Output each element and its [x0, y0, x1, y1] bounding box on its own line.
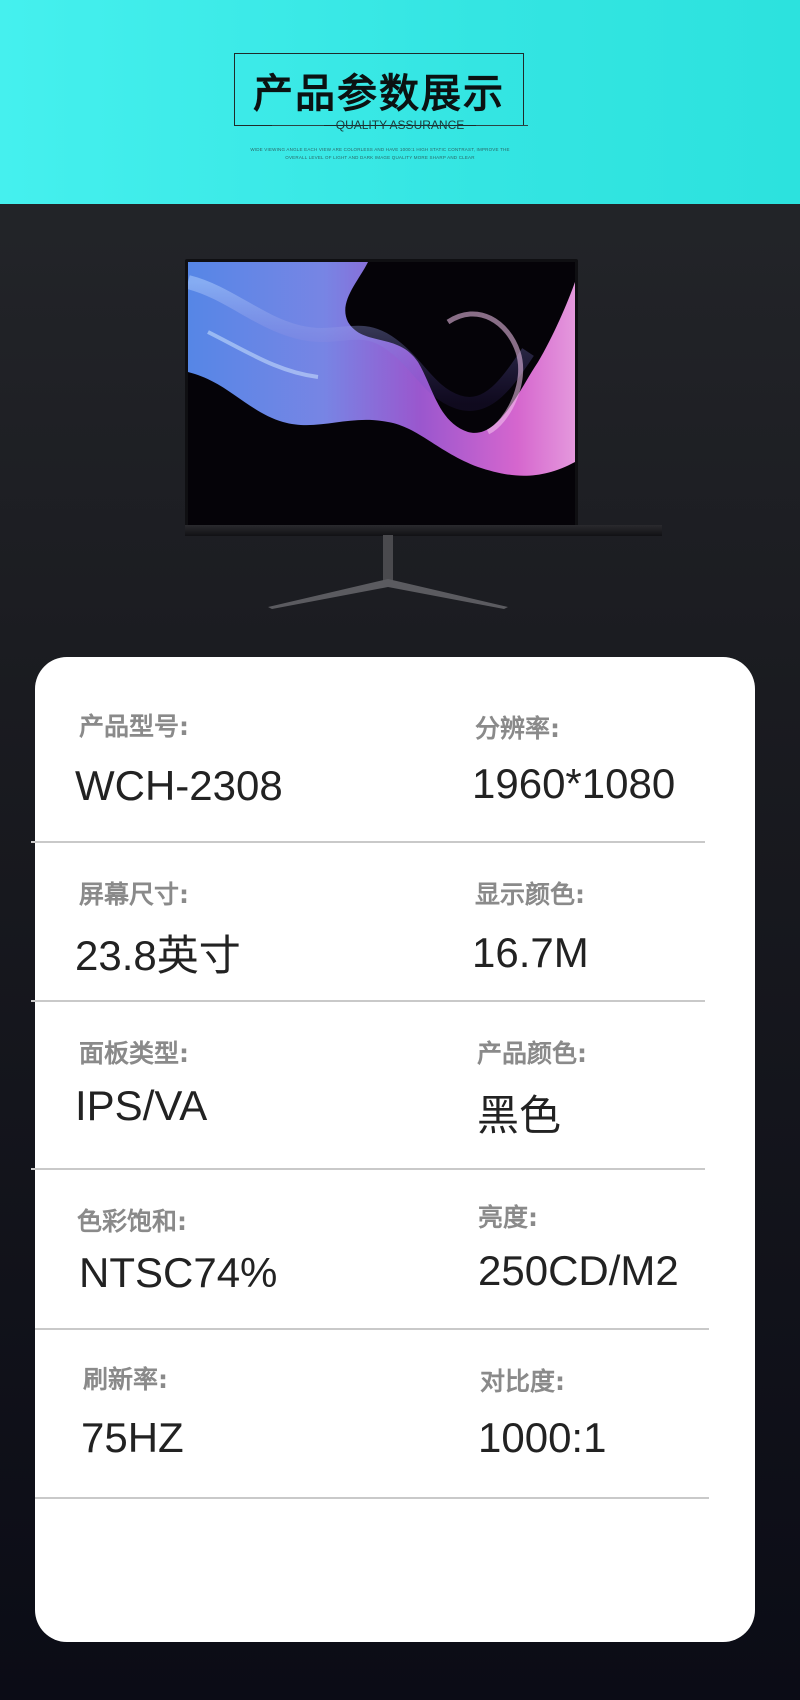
- spec-label-panel-type: 面板类型:: [79, 1039, 189, 1068]
- spec-label-color-gamut: 色彩饱和:: [77, 1207, 187, 1236]
- monitor-image: [150, 255, 662, 615]
- screen-wallpaper: [188, 262, 575, 526]
- row-divider: [31, 841, 705, 843]
- spec-value-model: WCH-2308: [75, 762, 283, 809]
- title-frame: 产品参数展示: [234, 53, 524, 126]
- spec-label-refresh-rate: 刷新率:: [83, 1365, 168, 1394]
- spec-label-contrast: 对比度:: [480, 1367, 565, 1396]
- page-subtitle: QUALITY ASSURANCE: [335, 118, 465, 132]
- row-divider: [35, 1328, 709, 1330]
- spec-value-brightness: 250CD/M2: [478, 1247, 679, 1294]
- spec-card: 产品型号: WCH-2308 分辨率: 1960*1080 屏幕尺寸: 23.8…: [31, 657, 755, 1642]
- spec-value-display-colors: 16.7M: [472, 929, 589, 976]
- spec-value-product-color: 黑色: [477, 1092, 562, 1139]
- tagline-line-2: OVERALL LEVEL OF LIGHT AND DARK IMAGE QU…: [285, 155, 475, 160]
- spec-value-resolution: 1960*1080: [472, 760, 676, 807]
- spec-value-panel-type: IPS/VA: [75, 1082, 208, 1129]
- row-divider: [31, 1000, 705, 1002]
- spec-label-display-colors: 显示颜色:: [475, 880, 585, 909]
- spec-value-screen-size: 23.8英寸: [75, 932, 241, 979]
- spec-label-model: 产品型号:: [79, 712, 189, 741]
- page-title: 产品参数展示: [253, 71, 505, 117]
- spec-label-resolution: 分辨率:: [475, 714, 560, 743]
- spec-value-refresh-rate: 75HZ: [81, 1414, 184, 1461]
- row-divider: [35, 1497, 709, 1499]
- spec-value-contrast: 1000:1: [478, 1414, 607, 1461]
- spec-label-product-color: 产品颜色:: [477, 1039, 587, 1068]
- subtitle-right-rule: [475, 125, 528, 127]
- spec-value-color-gamut: NTSC74%: [79, 1249, 278, 1296]
- tagline-line-1: WIDE VIEWING ANGLE EACH VIEW ARE COLORLE…: [250, 147, 510, 152]
- header-banner: 产品参数展示 QUALITY ASSURANCE WIDE VIEWING AN…: [0, 0, 800, 204]
- spec-label-screen-size: 屏幕尺寸:: [79, 880, 189, 909]
- monitor-screen: [185, 259, 578, 529]
- subtitle-row: QUALITY ASSURANCE: [0, 118, 800, 132]
- spec-label-brightness: 亮度:: [478, 1203, 538, 1232]
- monitor-stand: [268, 535, 508, 609]
- row-divider: [31, 1168, 705, 1170]
- subtitle-left-rule: [272, 125, 325, 127]
